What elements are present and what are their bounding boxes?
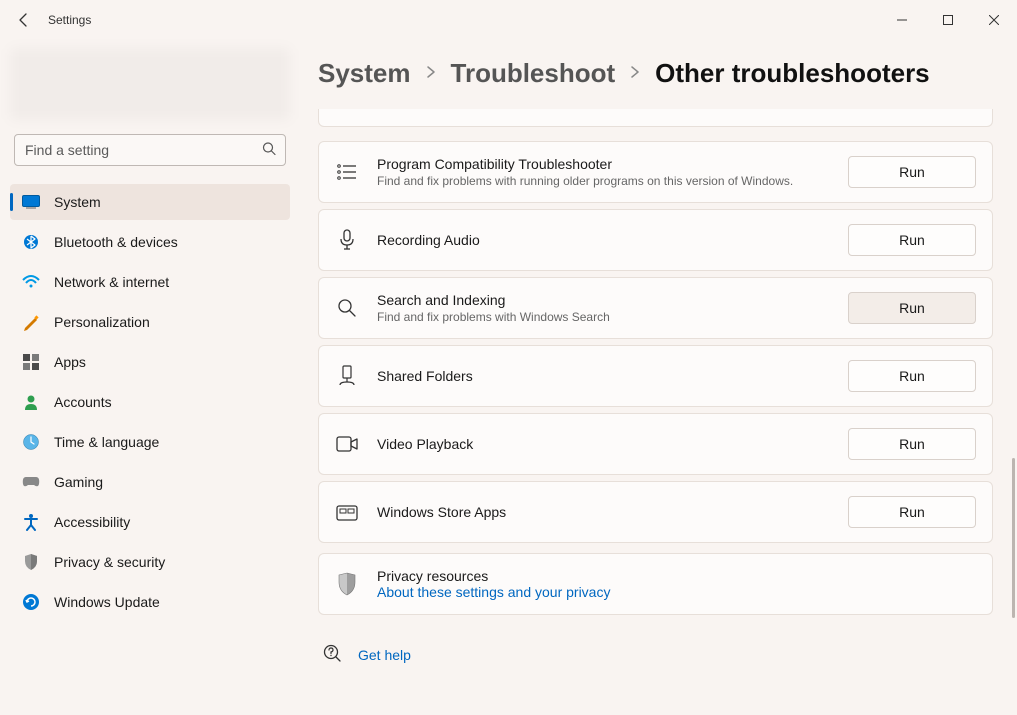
search-box (14, 134, 286, 166)
get-help-row: Get help (322, 643, 993, 686)
title-bar: Settings (0, 0, 1017, 40)
troubleshooter-store-apps: Windows Store Apps Run (318, 481, 993, 543)
shield-icon (335, 572, 359, 596)
app-title: Settings (48, 13, 91, 27)
sidebar-item-network[interactable]: Network & internet (10, 264, 290, 300)
sidebar-nav: System Bluetooth & devices Network & int… (10, 184, 290, 620)
troubleshooter-title: Video Playback (377, 436, 830, 452)
list-settings-icon (335, 160, 359, 184)
privacy-icon (22, 553, 40, 571)
sidebar-item-gaming[interactable]: Gaming (10, 464, 290, 500)
search-input[interactable] (14, 134, 286, 166)
privacy-resources-card: Privacy resources About these settings a… (318, 553, 993, 615)
run-button[interactable]: Run (848, 360, 976, 392)
help-icon (322, 643, 342, 666)
breadcrumb-system[interactable]: System (318, 58, 411, 89)
run-button[interactable]: Run (848, 156, 976, 188)
main-content: System Troubleshoot Other troubleshooter… (300, 40, 1017, 715)
run-button[interactable]: Run (848, 496, 976, 528)
accounts-icon (22, 393, 40, 411)
breadcrumb: System Troubleshoot Other troubleshooter… (318, 58, 993, 89)
search-icon (335, 296, 359, 320)
troubleshooter-video-playback: Video Playback Run (318, 413, 993, 475)
sidebar-item-label: Bluetooth & devices (54, 234, 178, 250)
sidebar-item-label: Windows Update (54, 594, 160, 610)
time-icon (22, 433, 40, 451)
sidebar-item-time[interactable]: Time & language (10, 424, 290, 460)
troubleshooter-program-compatibility: Program Compatibility Troubleshooter Fin… (318, 141, 993, 203)
run-button[interactable]: Run (848, 428, 976, 460)
back-button[interactable] (14, 10, 34, 30)
apps-icon (22, 353, 40, 371)
sidebar-item-apps[interactable]: Apps (10, 344, 290, 380)
sidebar-item-label: Personalization (54, 314, 150, 330)
maximize-button[interactable] (925, 4, 971, 36)
sidebar-item-label: Accounts (54, 394, 112, 410)
personalization-icon (22, 313, 40, 331)
gaming-icon (22, 473, 40, 491)
chevron-right-icon (629, 65, 641, 82)
sidebar-item-label: Time & language (54, 434, 159, 450)
network-icon (22, 273, 40, 291)
bluetooth-icon (22, 233, 40, 251)
shared-folder-icon (335, 364, 359, 388)
store-icon (335, 500, 359, 524)
troubleshooter-title: Shared Folders (377, 368, 830, 384)
update-icon (22, 593, 40, 611)
get-help-link[interactable]: Get help (358, 647, 411, 663)
breadcrumb-troubleshoot[interactable]: Troubleshoot (451, 58, 616, 89)
sidebar-item-label: Apps (54, 354, 86, 370)
sidebar-item-bluetooth[interactable]: Bluetooth & devices (10, 224, 290, 260)
troubleshooter-shared-folders: Shared Folders Run (318, 345, 993, 407)
sidebar: System Bluetooth & devices Network & int… (0, 40, 300, 715)
video-icon (335, 432, 359, 456)
troubleshooter-title: Windows Store Apps (377, 504, 830, 520)
sidebar-item-label: Privacy & security (54, 554, 165, 570)
run-button[interactable]: Run (848, 292, 976, 324)
sidebar-item-system[interactable]: System (10, 184, 290, 220)
accessibility-icon (22, 513, 40, 531)
troubleshooter-title: Recording Audio (377, 232, 830, 248)
privacy-title: Privacy resources (377, 568, 976, 584)
sidebar-item-privacy[interactable]: Privacy & security (10, 544, 290, 580)
system-icon (22, 193, 40, 211)
troubleshooter-title: Search and Indexing (377, 292, 830, 308)
sidebar-item-label: Accessibility (54, 514, 130, 530)
minimize-button[interactable] (879, 4, 925, 36)
search-icon (262, 142, 276, 159)
microphone-icon (335, 228, 359, 252)
sidebar-item-update[interactable]: Windows Update (10, 584, 290, 620)
account-block[interactable] (10, 48, 290, 120)
sidebar-item-label: System (54, 194, 101, 210)
chevron-right-icon (425, 65, 437, 82)
sidebar-item-label: Gaming (54, 474, 103, 490)
scrollbar-thumb[interactable] (1012, 458, 1015, 618)
troubleshooter-recording-audio: Recording Audio Run (318, 209, 993, 271)
troubleshooter-title: Program Compatibility Troubleshooter (377, 156, 830, 172)
close-button[interactable] (971, 4, 1017, 36)
sidebar-item-accounts[interactable]: Accounts (10, 384, 290, 420)
run-button[interactable]: Run (848, 224, 976, 256)
sidebar-item-accessibility[interactable]: Accessibility (10, 504, 290, 540)
partial-previous-card (318, 109, 993, 127)
sidebar-item-label: Network & internet (54, 274, 169, 290)
troubleshooter-desc: Find and fix problems with running older… (377, 174, 830, 188)
troubleshooter-desc: Find and fix problems with Windows Searc… (377, 310, 830, 324)
privacy-link[interactable]: About these settings and your privacy (377, 584, 976, 600)
troubleshooter-search-indexing: Search and Indexing Find and fix problem… (318, 277, 993, 339)
breadcrumb-current: Other troubleshooters (655, 58, 929, 89)
sidebar-item-personalization[interactable]: Personalization (10, 304, 290, 340)
